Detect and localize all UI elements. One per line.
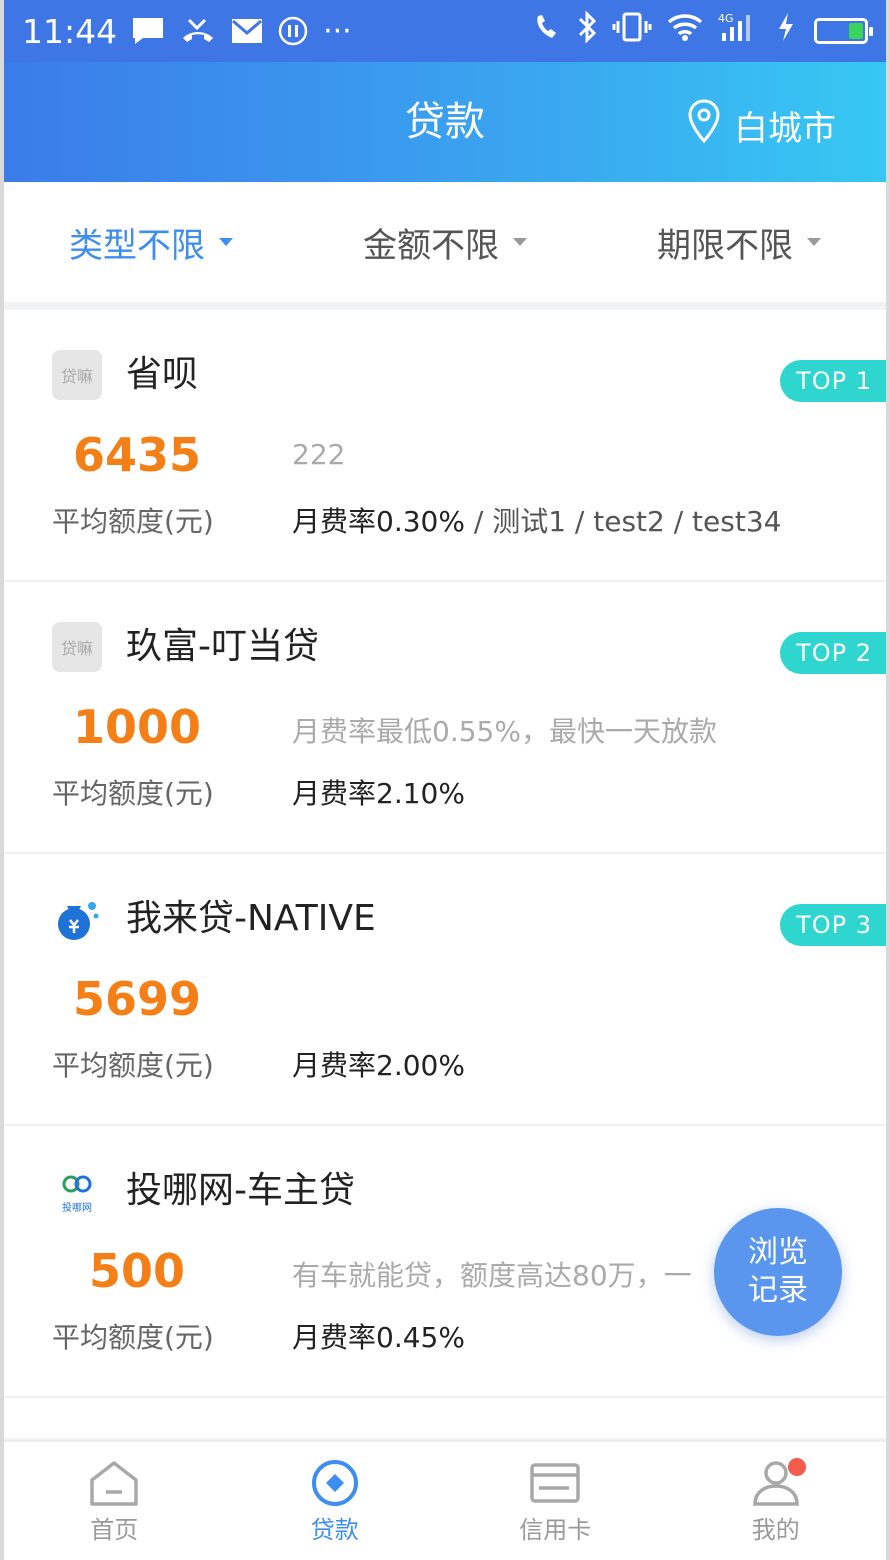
product-rate: 月费率0.45% [292,1321,465,1354]
caret-down-icon [807,238,821,246]
product-rate: 月费率2.10% [292,777,465,810]
product-logo: 贷嘛 [52,350,102,400]
location-selector[interactable]: 白城市 [686,98,836,153]
product-logo: 贷嘛 [52,622,102,672]
product-name: 省呗 [126,354,199,395]
bluetooth-icon [576,10,598,52]
money-bag-icon [58,902,99,940]
filter-term[interactable]: 期限不限 [592,218,886,267]
filter-amount-label: 金额不限 [363,225,499,266]
product-card[interactable]: 贷嘛 省呗 TOP 1 6435 平均额度(元) 222 月费率0.30% / … [4,310,886,582]
product-name: 玖富-叮当贷 [126,626,319,667]
message-icon [131,16,165,46]
wifi-icon [666,12,704,50]
product-desc: 月费率最低0.55%，最快一天放款 [292,715,717,748]
charging-icon [776,11,796,51]
status-time: 11:44 [22,11,118,51]
amount-label: 平均额度(元) [52,777,214,810]
vibrate-icon [612,11,652,51]
tab-loan-label: 贷款 [310,1515,359,1544]
mail-icon [231,17,263,45]
product-tags: / 测试1 / test2 / test34 [464,505,782,538]
tab-profile-label: 我的 [751,1515,800,1544]
product-card[interactable] [4,1398,886,1438]
browse-history-label: 浏览记录 [748,1235,808,1308]
tab-home[interactable]: 首页 [4,1442,225,1560]
notification-dot [787,1458,806,1476]
rank-badge: TOP 2 [780,632,886,674]
filter-amount[interactable]: 金额不限 [298,218,592,267]
product-amount: 1000 [72,700,202,754]
product-card[interactable]: 贷嘛 玖富-叮当贷 TOP 2 1000 平均额度(元) 月费率最低0.55%，… [4,582,886,854]
location-label: 白城市 [734,109,836,149]
loan-icon [311,1459,358,1506]
filter-type[interactable]: 类型不限 [4,218,298,267]
product-rate: 月费率0.30% [292,505,465,538]
amount-label: 平均额度(元) [52,1049,214,1082]
missed-call-icon [179,16,217,46]
tab-profile[interactable]: 我的 [666,1442,887,1560]
product-amount: 500 [88,1244,186,1298]
more-icon: ··· [323,13,352,49]
product-name: 投哪网-车主贷 [126,1170,355,1211]
hd-call-icon [532,12,562,50]
rank-badge: TOP 1 [780,360,886,402]
status-bar: 11:44 ··· 4G [4,0,886,62]
svg-text:4G: 4G [718,12,734,25]
logo-text: 投哪网 [62,1202,92,1214]
product-rate-line: 月费率0.30% / 测试1 / test2 / test34 [292,500,781,540]
home-icon [90,1460,138,1506]
rank-badge: TOP 3 [780,904,886,946]
product-amount: 5699 [72,972,202,1026]
tab-home-label: 首页 [90,1515,139,1544]
tab-credit-card-label: 信用卡 [519,1515,592,1544]
credit-card-icon [530,1462,580,1503]
caret-down-icon [513,238,527,246]
signal-4g-icon: 4G [718,11,762,51]
tab-credit-card[interactable]: 信用卡 [445,1442,666,1560]
browse-history-button[interactable]: 浏览记录 [714,1208,842,1336]
bottom-tab-bar: 首页 贷款 信用卡 我的 [4,1440,886,1560]
filter-term-label: 期限不限 [657,225,793,266]
product-logo: 投哪网 [52,1166,102,1216]
tab-loan[interactable]: 贷款 [225,1442,446,1560]
product-card[interactable]: 我来贷-NATIVE TOP 3 5699 平均额度(元) 月费率2.00% [4,854,886,1126]
filter-bar: 类型不限 金额不限 期限不限 [4,182,886,302]
amount-label: 平均额度(元) [52,505,214,538]
pause-icon [277,15,309,47]
battery-icon [814,18,873,44]
amount-label: 平均额度(元) [52,1321,214,1354]
right-edge [886,0,890,1560]
product-rate: 月费率2.00% [292,1049,465,1082]
product-amount: 6435 [72,428,202,482]
product-desc: 有车就能贷，额度高达80万，一 [292,1259,692,1292]
app-header: 贷款 白城市 [4,62,886,182]
product-name: 我来贷-NATIVE [126,898,376,939]
product-desc: 222 [292,438,346,471]
caret-down-icon [219,238,233,246]
product-logo [52,894,102,944]
app-screen: 11:44 ··· 4G 贷款 白城市 类型不限 金额不限 期限不限 贷嘛 省呗… [0,0,890,1560]
status-right: 4G [532,10,873,52]
location-pin-icon [686,98,722,153]
filter-type-label: 类型不限 [69,225,205,266]
